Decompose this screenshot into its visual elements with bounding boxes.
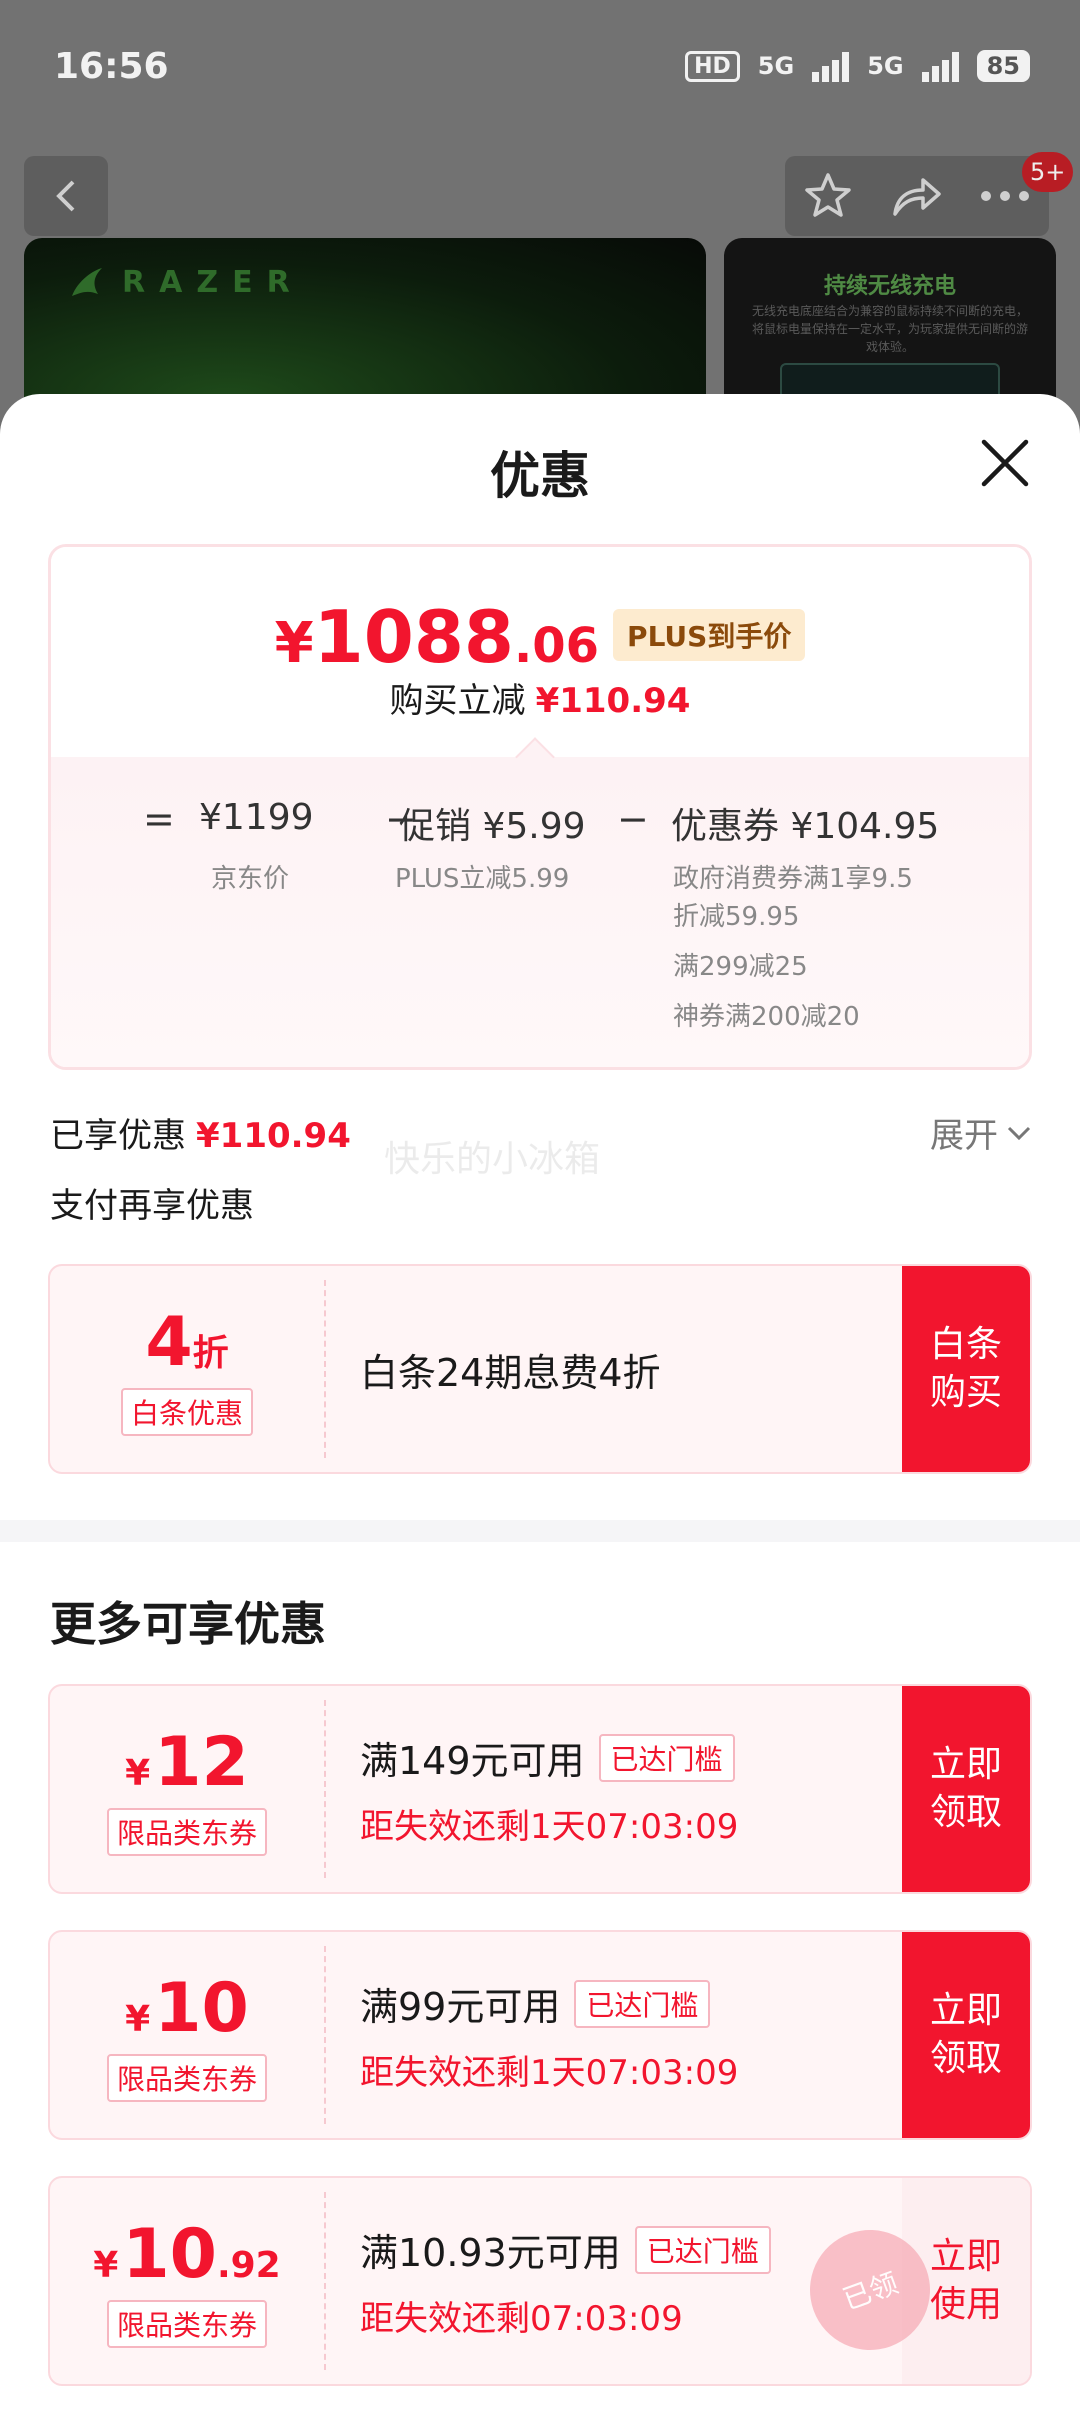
coupon-condition: 满149元可用 已达门槛 [360,1730,738,1785]
coupon-tag: 限品类东券 [106,2053,267,2102]
status-time: 16:56 [54,46,169,87]
equals-sign: = [143,797,175,841]
enjoyed-discount: 已享优惠 ¥110.94 [50,1116,351,1156]
ticket-divider [324,2192,326,2370]
section-separator [0,1520,1080,1542]
jd-price-label: 京东价 [211,864,290,894]
feature-title: 持续无线充电 [823,274,956,299]
price-top: ¥ 1088 .06 PLUS到手价 购买立减 ¥110.94 [51,547,1029,757]
promo-label: PLUS立减5.99 [395,864,570,894]
plus-price-tag: PLUS到手价 [613,609,806,661]
message-badge: 5+ [1022,152,1074,192]
coupon-info: 满149元可用 已达门槛 距失效还剩1天07:03:09 [360,1686,738,1892]
price-summary-card: ¥ 1088 .06 PLUS到手价 购买立减 ¥110.94 = ¥1199 京… [48,544,1032,1070]
coupon-value: ¥ 10 限品类东券 [50,1932,324,2138]
coupon-detail-1: 政府消费券满1享9.5 [673,864,913,894]
network-5g-icon: 5G [757,52,795,80]
star-icon[interactable] [802,170,854,222]
status-bar: 16:56 HD 5G 5G 85 [0,0,1080,140]
coupon-info: 满99元可用 已达门槛 距失效还剩1天07:03:09 [360,1932,738,2138]
signal-icon [812,50,850,82]
sheet-title: 优惠 [490,447,590,505]
coupon-expire: 距失效还剩1天07:03:09 [360,1807,739,1847]
coupon-value: ¥ 10 .92 限品类东券 [50,2178,324,2384]
ticket-divider [324,1280,326,1458]
baitiao-info: 白条24期息费4折 [360,1266,661,1472]
discount-sheet: 优惠 ¥ 1088 .06 PLUS到手价 购买立减 ¥110.94 = ¥119… [0,394,1080,2412]
nav-actions [785,156,1049,236]
ticket-divider [324,1700,326,1878]
baitiao-desc: 白条24期息费4折 [360,1350,661,1395]
coupon-detail-2: 折减59.95 [673,902,800,932]
coupon-card: ¥ 12 限品类东券 满149元可用 已达门槛 距失效还剩1天07:03:09 立… [48,1684,1032,1894]
coupon-tag: 限品类东券 [106,2299,267,2348]
coupon-card: ¥ 10 限品类东券 满99元可用 已达门槛 距失效还剩1天07:03:09 立即… [48,1930,1032,2140]
chevron-left-icon [56,180,75,212]
coupon-expire: 距失效还剩1天07:03:09 [360,2053,739,2093]
ticket-divider [324,1946,326,2124]
coupon-amount: 优惠券 ¥104.95 [671,806,940,847]
status-icons: HD 5G 5G 85 [685,50,1030,82]
close-icon[interactable] [974,432,1036,494]
coupon-condition: 满10.93元可用 已达门槛 [360,2222,771,2277]
watermark: 快乐的小冰箱 [384,1139,601,1180]
purchase-reduction: 购买立减 ¥110.94 [389,681,691,721]
feature-text: 无线充电底座结合为兼容的鼠标持续不间断的充电，将鼠标电量保持在一定水平，为玩家提… [751,304,1028,354]
coupon-tag: 限品类东券 [106,1807,267,1856]
threshold-tag: 已达门槛 [598,1733,735,1782]
coupon-expire: 距失效还剩07:03:09 [360,2299,683,2339]
hd-icon: HD [685,50,740,82]
claim-coupon-button[interactable]: 立即 领取 [902,1686,1030,1892]
razer-snake-icon [72,268,102,296]
minus-sign-2: − [617,797,649,841]
pay-more-title: 支付再享优惠 [50,1186,254,1226]
more-discounts-title: 更多可享优惠 [50,1597,326,1651]
back-button[interactable] [24,156,108,236]
claim-coupon-button[interactable]: 立即 领取 [902,1932,1030,2138]
threshold-tag: 已达门槛 [634,2225,771,2274]
expand-button[interactable]: 展开 [930,1108,1032,1157]
coupon-value: ¥ 12 限品类东券 [50,1686,324,1892]
final-price: ¥ 1088 .06 PLUS到手价 [51,595,1029,679]
signal-icon-2 [921,50,959,82]
coupon-condition: 满99元可用 已达门槛 [360,1976,738,2031]
coupon-detail-4: 神券满200减20 [673,1002,860,1032]
battery-icon: 85 [976,50,1030,82]
baitiao-buy-button[interactable]: 白条 购买 [902,1266,1030,1472]
more-icon[interactable] [978,186,1032,206]
coupon-detail-3: 满299减25 [673,952,808,982]
baitiao-discount: 4 折 白条优惠 [50,1266,324,1472]
network-5g-icon-2: 5G [867,52,904,80]
jd-price: ¥1199 [199,797,314,838]
threshold-tag: 已达门槛 [574,1979,711,2028]
razer-logo: RAZER [64,260,304,304]
coupon-info: 满10.93元可用 已达门槛 距失效还剩07:03:09 [360,2178,771,2384]
promo-amount: 促销 ¥5.99 [399,806,586,847]
chevron-down-icon [1007,1126,1031,1140]
baitiao-tag: 白条优惠 [120,1387,253,1436]
share-icon[interactable] [889,170,943,222]
baitiao-card: 4 折 白条优惠 白条24期息费4折 白条 购买 [48,1264,1032,1474]
